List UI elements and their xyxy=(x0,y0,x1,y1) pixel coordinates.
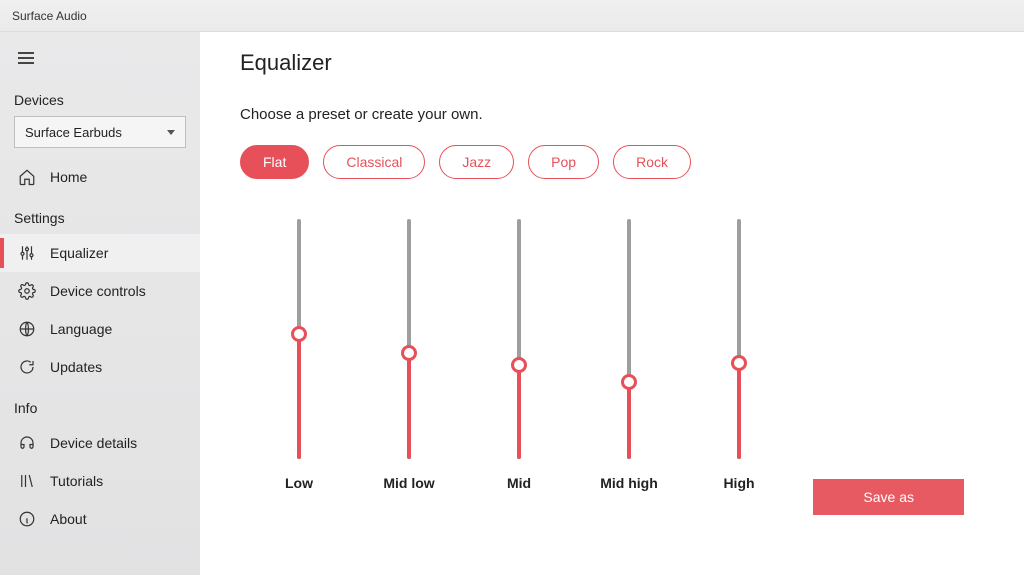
eq-band-mid-low: Mid low xyxy=(380,219,438,491)
sidebar: Devices Surface Earbuds Home Settings Eq… xyxy=(0,32,200,575)
preset-jazz[interactable]: Jazz xyxy=(439,145,514,179)
eq-slider[interactable] xyxy=(627,219,631,459)
devices-section-label: Devices xyxy=(0,78,200,116)
eq-slider[interactable] xyxy=(737,219,741,459)
sidebar-item-label: About xyxy=(50,511,87,527)
sidebar-item-label: Equalizer xyxy=(50,245,108,261)
gear-icon xyxy=(18,282,36,300)
hamburger-icon xyxy=(18,57,34,59)
sidebar-item-about[interactable]: About xyxy=(0,500,200,538)
eq-slider[interactable] xyxy=(407,219,411,459)
settings-section-label: Settings xyxy=(0,196,200,234)
refresh-icon xyxy=(18,358,36,376)
eq-slider-fill xyxy=(407,353,411,459)
eq-band-label: Mid low xyxy=(383,475,434,491)
sidebar-item-equalizer[interactable]: Equalizer xyxy=(0,234,200,272)
eq-band-mid-high: Mid high xyxy=(600,219,658,491)
sidebar-item-label: Device details xyxy=(50,435,137,451)
equalizer-sliders: Low Mid low Mid Mid high High xyxy=(270,219,984,491)
device-select[interactable]: Surface Earbuds xyxy=(14,116,186,148)
preset-pop[interactable]: Pop xyxy=(528,145,599,179)
sidebar-item-label: Language xyxy=(50,321,112,337)
eq-slider-fill xyxy=(737,363,741,459)
eq-band-label: High xyxy=(723,475,754,491)
eq-slider-fill xyxy=(627,382,631,459)
eq-band-label: Low xyxy=(285,475,313,491)
headphones-icon xyxy=(18,434,36,452)
preset-flat[interactable]: Flat xyxy=(240,145,309,179)
eq-slider-fill xyxy=(297,334,301,459)
eq-band-low: Low xyxy=(270,219,328,491)
sidebar-item-home[interactable]: Home xyxy=(0,158,200,196)
sidebar-item-updates[interactable]: Updates xyxy=(0,348,200,386)
page-subtitle: Choose a preset or create your own. xyxy=(240,106,984,123)
sidebar-item-label: Updates xyxy=(50,359,102,375)
sidebar-item-label: Tutorials xyxy=(50,473,103,489)
save-as-button[interactable]: Save as xyxy=(813,479,964,515)
eq-slider-thumb[interactable] xyxy=(511,357,527,373)
device-select-value: Surface Earbuds xyxy=(25,125,122,140)
sidebar-item-tutorials[interactable]: Tutorials xyxy=(0,462,200,500)
chevron-down-icon xyxy=(167,130,175,135)
info-icon xyxy=(18,510,36,528)
app-title: Surface Audio xyxy=(12,9,87,23)
eq-band-label: Mid xyxy=(507,475,531,491)
globe-icon xyxy=(18,320,36,338)
preset-row: Flat Classical Jazz Pop Rock xyxy=(240,145,984,179)
eq-band-label: Mid high xyxy=(600,475,658,491)
sidebar-item-device-details[interactable]: Device details xyxy=(0,424,200,462)
eq-band-high: High xyxy=(710,219,768,491)
info-section-label: Info xyxy=(0,386,200,424)
sidebar-item-label: Device controls xyxy=(50,283,146,299)
eq-slider-thumb[interactable] xyxy=(731,355,747,371)
eq-band-mid: Mid xyxy=(490,219,548,491)
eq-slider-thumb[interactable] xyxy=(621,374,637,390)
sliders-icon xyxy=(18,244,36,262)
main-panel: Equalizer Choose a preset or create your… xyxy=(200,32,1024,575)
page-title: Equalizer xyxy=(240,50,984,76)
hamburger-button[interactable] xyxy=(6,38,46,78)
eq-slider-fill xyxy=(517,365,521,459)
library-icon xyxy=(18,472,36,490)
preset-classical[interactable]: Classical xyxy=(323,145,425,179)
sidebar-item-label: Home xyxy=(50,169,87,185)
home-icon xyxy=(18,168,36,186)
sidebar-item-device-controls[interactable]: Device controls xyxy=(0,272,200,310)
eq-slider[interactable] xyxy=(517,219,521,459)
eq-slider-thumb[interactable] xyxy=(401,345,417,361)
sidebar-item-language[interactable]: Language xyxy=(0,310,200,348)
eq-slider-thumb[interactable] xyxy=(291,326,307,342)
preset-rock[interactable]: Rock xyxy=(613,145,691,179)
eq-slider[interactable] xyxy=(297,219,301,459)
window-titlebar: Surface Audio xyxy=(0,0,1024,32)
